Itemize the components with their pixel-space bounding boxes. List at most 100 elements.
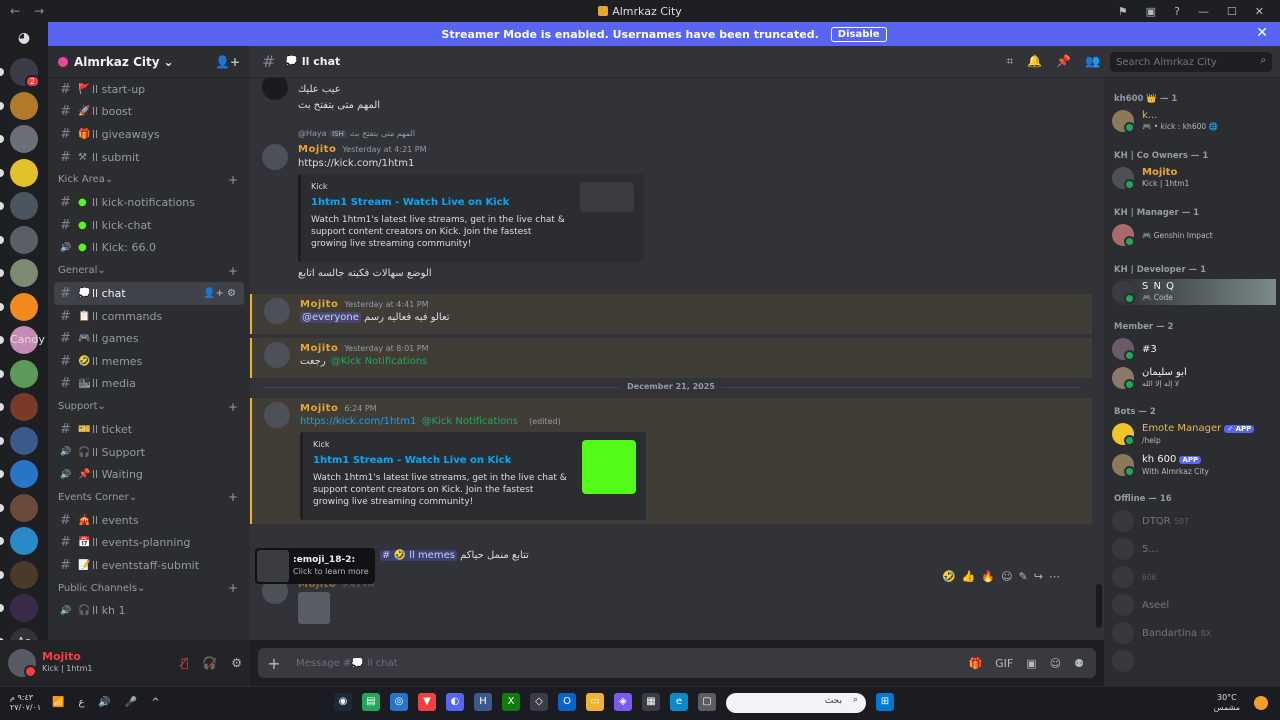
- channel-item[interactable]: 🔊 🎧 ll Support: [48, 441, 250, 464]
- channel-item[interactable]: # 🎁 ll giveaways: [48, 123, 250, 146]
- search-input[interactable]: [1110, 52, 1272, 72]
- apps-icon[interactable]: ⚉: [1074, 657, 1084, 670]
- member-item[interactable]: 🎮 Genshin Impact: [1112, 222, 1276, 248]
- channel-item[interactable]: # ● ll kick-notifications: [48, 191, 250, 214]
- member-item[interactable]: أبو سليمان لا إله إلا الله: [1112, 365, 1276, 391]
- server-icon[interactable]: [0, 125, 38, 153]
- discord-home-icon[interactable]: ◕: [10, 24, 38, 52]
- server-icon[interactable]: [0, 426, 38, 455]
- member-item[interactable]: #3: [1112, 336, 1276, 362]
- channel-mention[interactable]: # 🤣 ll memes: [380, 550, 457, 561]
- add-reaction-icon[interactable]: ☺: [1001, 570, 1012, 583]
- reaction-fire-icon[interactable]: 🔥: [981, 570, 995, 583]
- avatar[interactable]: [262, 78, 288, 100]
- app-icon[interactable]: H: [474, 693, 492, 711]
- embed-thumbnail[interactable]: [580, 182, 634, 212]
- author-name[interactable]: Mojito Yesterday at 4:41 PM: [300, 299, 429, 310]
- channel-item[interactable]: # 🤣 ll memes: [48, 350, 250, 373]
- member-item[interactable]: [1112, 648, 1276, 674]
- role-mention[interactable]: @Kick Notifications: [329, 356, 429, 367]
- server-icon[interactable]: [0, 393, 38, 421]
- server-icon[interactable]: [0, 560, 38, 589]
- channel-item[interactable]: 🔊 🎧 ll kh 1: [48, 600, 250, 623]
- app-icon[interactable]: ▤: [362, 693, 380, 711]
- channel-item[interactable]: # 🎫 ll ticket: [48, 418, 250, 441]
- channel-item[interactable]: 🔊 ● ll Kick: 66.0: [48, 237, 250, 260]
- member-item[interactable]: Mojito Kick | 1htm1: [1112, 165, 1276, 191]
- channel-item[interactable]: # 📋 ll commands: [48, 305, 250, 328]
- server-icon[interactable]: Candy: [0, 326, 45, 354]
- server-icon[interactable]: [0, 259, 38, 287]
- server-icon[interactable]: [0, 460, 38, 488]
- category-header[interactable]: Kick Area ⌄ +: [48, 168, 250, 191]
- server-icon[interactable]: [0, 527, 38, 555]
- member-item[interactable]: Bandartina BX: [1112, 620, 1276, 646]
- avatar[interactable]: [264, 342, 290, 368]
- member-item[interactable]: k... 🎮 • kick : kh600 🌐: [1112, 108, 1276, 134]
- create-channel-icon[interactable]: +: [228, 264, 238, 278]
- steam-icon[interactable]: ◉: [334, 693, 352, 711]
- gif-icon[interactable]: GIF: [995, 657, 1013, 670]
- emoji-tooltip[interactable]: :emoji_18-2: Click to learn more: [255, 548, 375, 584]
- channel-item[interactable]: # 📅 ll events-planning: [48, 532, 250, 555]
- channel-item[interactable]: # 🚀 ll boost: [48, 101, 250, 124]
- copilot-icon[interactable]: ◈: [614, 693, 632, 711]
- settings-gear-icon[interactable]: ⚙: [231, 656, 242, 670]
- more-options-icon[interactable]: ⋯: [1049, 570, 1060, 583]
- author-name[interactable]: Mojito 6:24 PM: [300, 403, 377, 414]
- wifi-icon[interactable]: 📶: [52, 697, 64, 708]
- gift-icon[interactable]: 🎁: [968, 657, 982, 670]
- author-name[interactable]: Mojito Yesterday at 8:01 PM: [300, 343, 429, 354]
- minimize-button[interactable]: —: [1198, 5, 1209, 18]
- forward-message-icon[interactable]: ↪: [1034, 570, 1043, 583]
- file-explorer-icon[interactable]: ▭: [586, 693, 604, 711]
- forward-icon[interactable]: →: [34, 4, 44, 18]
- category-header[interactable]: Support ⌄ +: [48, 395, 250, 418]
- member-item[interactable]: Emote Manager ✓ APP/help: [1112, 421, 1276, 447]
- taskbar-search[interactable]: بحث ⌕: [726, 693, 866, 713]
- avatar[interactable]: [264, 298, 290, 324]
- create-channel-icon[interactable]: +: [228, 581, 238, 595]
- server-header[interactable]: Almrkaz City ⌄ 👤+: [48, 46, 250, 78]
- emoji-icon[interactable]: ☺: [1050, 657, 1061, 670]
- threads-icon[interactable]: ⌗: [1006, 54, 1013, 69]
- server-icon[interactable]: [0, 192, 38, 220]
- member-list-icon[interactable]: 👥: [1085, 54, 1100, 69]
- channel-item[interactable]: # 🚩 ll start-up: [48, 78, 250, 101]
- channel-item[interactable]: # 🎪 ll events: [48, 509, 250, 532]
- server-icon[interactable]: [0, 91, 38, 120]
- channel-item[interactable]: # ⚒ ll submit: [48, 146, 250, 169]
- server-icon[interactable]: [0, 292, 38, 321]
- disable-streamer-button[interactable]: Disable: [830, 26, 887, 42]
- back-icon[interactable]: ←: [10, 4, 20, 18]
- notification-bell-icon[interactable]: 🔔: [1027, 54, 1042, 69]
- deafen-icon[interactable]: 🎧̸: [202, 656, 217, 670]
- channel-settings-icon[interactable]: 👤+ ⚙: [203, 288, 236, 299]
- xbox-icon[interactable]: X: [502, 693, 520, 711]
- sticker-icon[interactable]: ▣: [1026, 657, 1036, 670]
- message-scrollbar[interactable]: [1096, 584, 1102, 628]
- epic-icon[interactable]: ◇: [530, 693, 548, 711]
- message-input[interactable]: [290, 649, 969, 677]
- category-header[interactable]: Events Corner ⌄ +: [48, 486, 250, 509]
- reaction-thumbsup-icon[interactable]: 👍: [962, 570, 976, 583]
- edge-icon[interactable]: e: [670, 693, 688, 711]
- inbox-icon[interactable]: ⚑: [1118, 5, 1128, 18]
- member-item[interactable]: 5...: [1112, 536, 1276, 562]
- discord-taskbar-icon[interactable]: ◐: [446, 693, 464, 711]
- invite-people-icon[interactable]: 👤+: [215, 55, 240, 69]
- category-header[interactable]: Public Channels ⌄ +: [48, 577, 250, 600]
- server-icon[interactable]: [0, 359, 38, 388]
- chrome-icon[interactable]: ◎: [390, 693, 408, 711]
- member-item[interactable]: kh 600 APP With Almrkaz City: [1112, 452, 1276, 478]
- channel-item[interactable]: # ● ll kick-chat: [48, 214, 250, 237]
- reaction-laugh-icon[interactable]: 🤣: [942, 570, 956, 583]
- member-item[interactable]: DTQR 507: [1112, 508, 1276, 534]
- message-link[interactable]: https://kick.com/1htm1: [300, 416, 416, 427]
- task-view-icon[interactable]: ▢: [698, 693, 716, 711]
- outlook-icon[interactable]: O: [558, 693, 576, 711]
- help-icon[interactable]: ?: [1174, 5, 1180, 18]
- reply-preview[interactable]: @Haya ISH المهم متى بتفتح بث: [298, 129, 415, 138]
- member-item[interactable]: S N Q 🎮 Code: [1112, 279, 1276, 305]
- avatar[interactable]: [8, 649, 37, 678]
